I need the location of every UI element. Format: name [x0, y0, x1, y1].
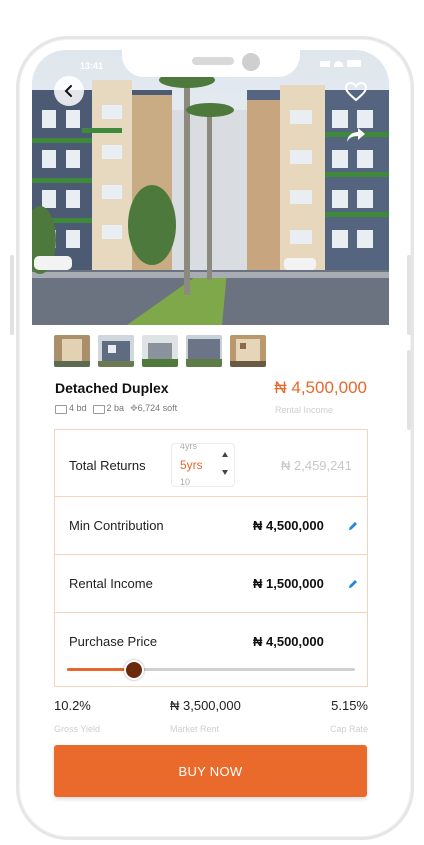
phone-side-button-right-top: [407, 255, 411, 335]
back-button[interactable]: [54, 76, 84, 106]
bath-icon: [92, 404, 105, 414]
share-icon: [347, 128, 365, 142]
picker-selected-option[interactable]: 5yrs: [180, 458, 203, 472]
pencil-icon[interactable]: [347, 578, 359, 590]
years-picker[interactable]: 4yrs 5yrs 10: [171, 443, 235, 487]
cap-rate-label: Cap Rate: [329, 724, 368, 734]
picker-prev-option[interactable]: 4yrs: [180, 444, 197, 451]
gallery-thumbnail[interactable]: [142, 335, 178, 367]
area-icon: ✥: [130, 403, 138, 413]
heart-icon: [345, 82, 367, 102]
beds-value: 4 bd: [69, 403, 87, 414]
app-screen: 13:41 Detached Duplex 4 bd 2 ba ✥6,724 s…: [32, 50, 389, 816]
picker-next-option[interactable]: 10: [180, 477, 190, 486]
favorite-button[interactable]: [343, 80, 369, 104]
purchase-price-label: Purchase Price: [69, 634, 158, 649]
min-contribution-label: Min Contribution: [69, 518, 164, 533]
picker-down-arrow-icon[interactable]: [222, 470, 228, 475]
property-price: ₦ 4,500,000: [274, 378, 367, 397]
market-rent-value: ₦ 3,500,000: [170, 698, 241, 713]
signal-icon: [320, 60, 330, 67]
thumbnail-image: [142, 335, 178, 367]
wifi-icon: [334, 60, 343, 67]
investment-calculator: Total Returns 4yrs 5yrs 10 ₦ 2,459,241 M…: [54, 429, 368, 687]
baths-value: 2 ba: [106, 403, 125, 414]
phone-camera: [242, 53, 260, 71]
phone-speaker: [192, 57, 234, 65]
purchase-price-slider[interactable]: [67, 660, 355, 680]
purchase-price-row: Purchase Price ₦ 4,500,000: [55, 612, 367, 686]
gross-yield-value: 10.2%: [54, 698, 91, 713]
buy-now-button[interactable]: BUY NOW: [54, 745, 367, 797]
cap-rate-value: 5.15%: [331, 698, 368, 713]
total-returns-label: Total Returns: [69, 458, 146, 473]
gallery-thumbnails: [54, 335, 266, 367]
status-icons: [320, 60, 361, 67]
baths-info: 2 ba: [92, 403, 125, 414]
area-value: 6,724 soft: [137, 403, 178, 413]
thumbnail-image: [230, 335, 266, 367]
rental-income-value: ₦ 1,500,000: [253, 576, 324, 591]
rental-income-label: Rental Income: [69, 576, 153, 591]
thumbnail-image: [98, 335, 134, 367]
area-info: ✥6,724 soft: [130, 403, 177, 414]
total-returns-value: ₦ 2,459,241: [281, 458, 352, 473]
share-button[interactable]: [343, 124, 369, 146]
phone-side-button-left: [10, 255, 14, 335]
property-hero-image: 13:41: [32, 50, 389, 325]
market-rent-label: Market Rent: [170, 724, 220, 734]
pencil-icon[interactable]: [347, 520, 359, 532]
thumbnail-image: [54, 335, 90, 367]
gross-yield-label: Gross Yield: [54, 724, 101, 734]
picker-up-arrow-icon[interactable]: [222, 452, 228, 457]
gallery-thumbnail[interactable]: [54, 335, 90, 367]
min-contribution-value: ₦ 4,500,000: [253, 518, 324, 533]
phone-side-button-right-bottom: [407, 350, 411, 430]
property-price-caption: Rental Income: [274, 405, 333, 415]
gallery-thumbnail[interactable]: [230, 335, 266, 367]
gallery-thumbnail[interactable]: [98, 335, 134, 367]
property-photo: [32, 50, 389, 325]
property-title: Detached Duplex: [55, 380, 169, 396]
bed-icon: [55, 404, 67, 414]
chevron-left-icon: [64, 85, 72, 97]
purchase-price-value: ₦ 4,500,000: [253, 634, 324, 649]
status-time: 13:41: [80, 61, 104, 71]
beds-info: 4 bd: [55, 403, 87, 414]
rental-income-row: Rental Income ₦ 1,500,000: [55, 554, 367, 613]
min-contribution-row: Min Contribution ₦ 4,500,000: [55, 496, 367, 555]
property-meta: 4 bd 2 ba ✥6,724 soft: [55, 403, 177, 414]
battery-icon: [347, 60, 361, 67]
thumbnail-image: [186, 335, 222, 367]
gallery-thumbnail[interactable]: [186, 335, 222, 367]
total-returns-row: Total Returns 4yrs 5yrs 10 ₦ 2,459,241: [55, 430, 367, 497]
